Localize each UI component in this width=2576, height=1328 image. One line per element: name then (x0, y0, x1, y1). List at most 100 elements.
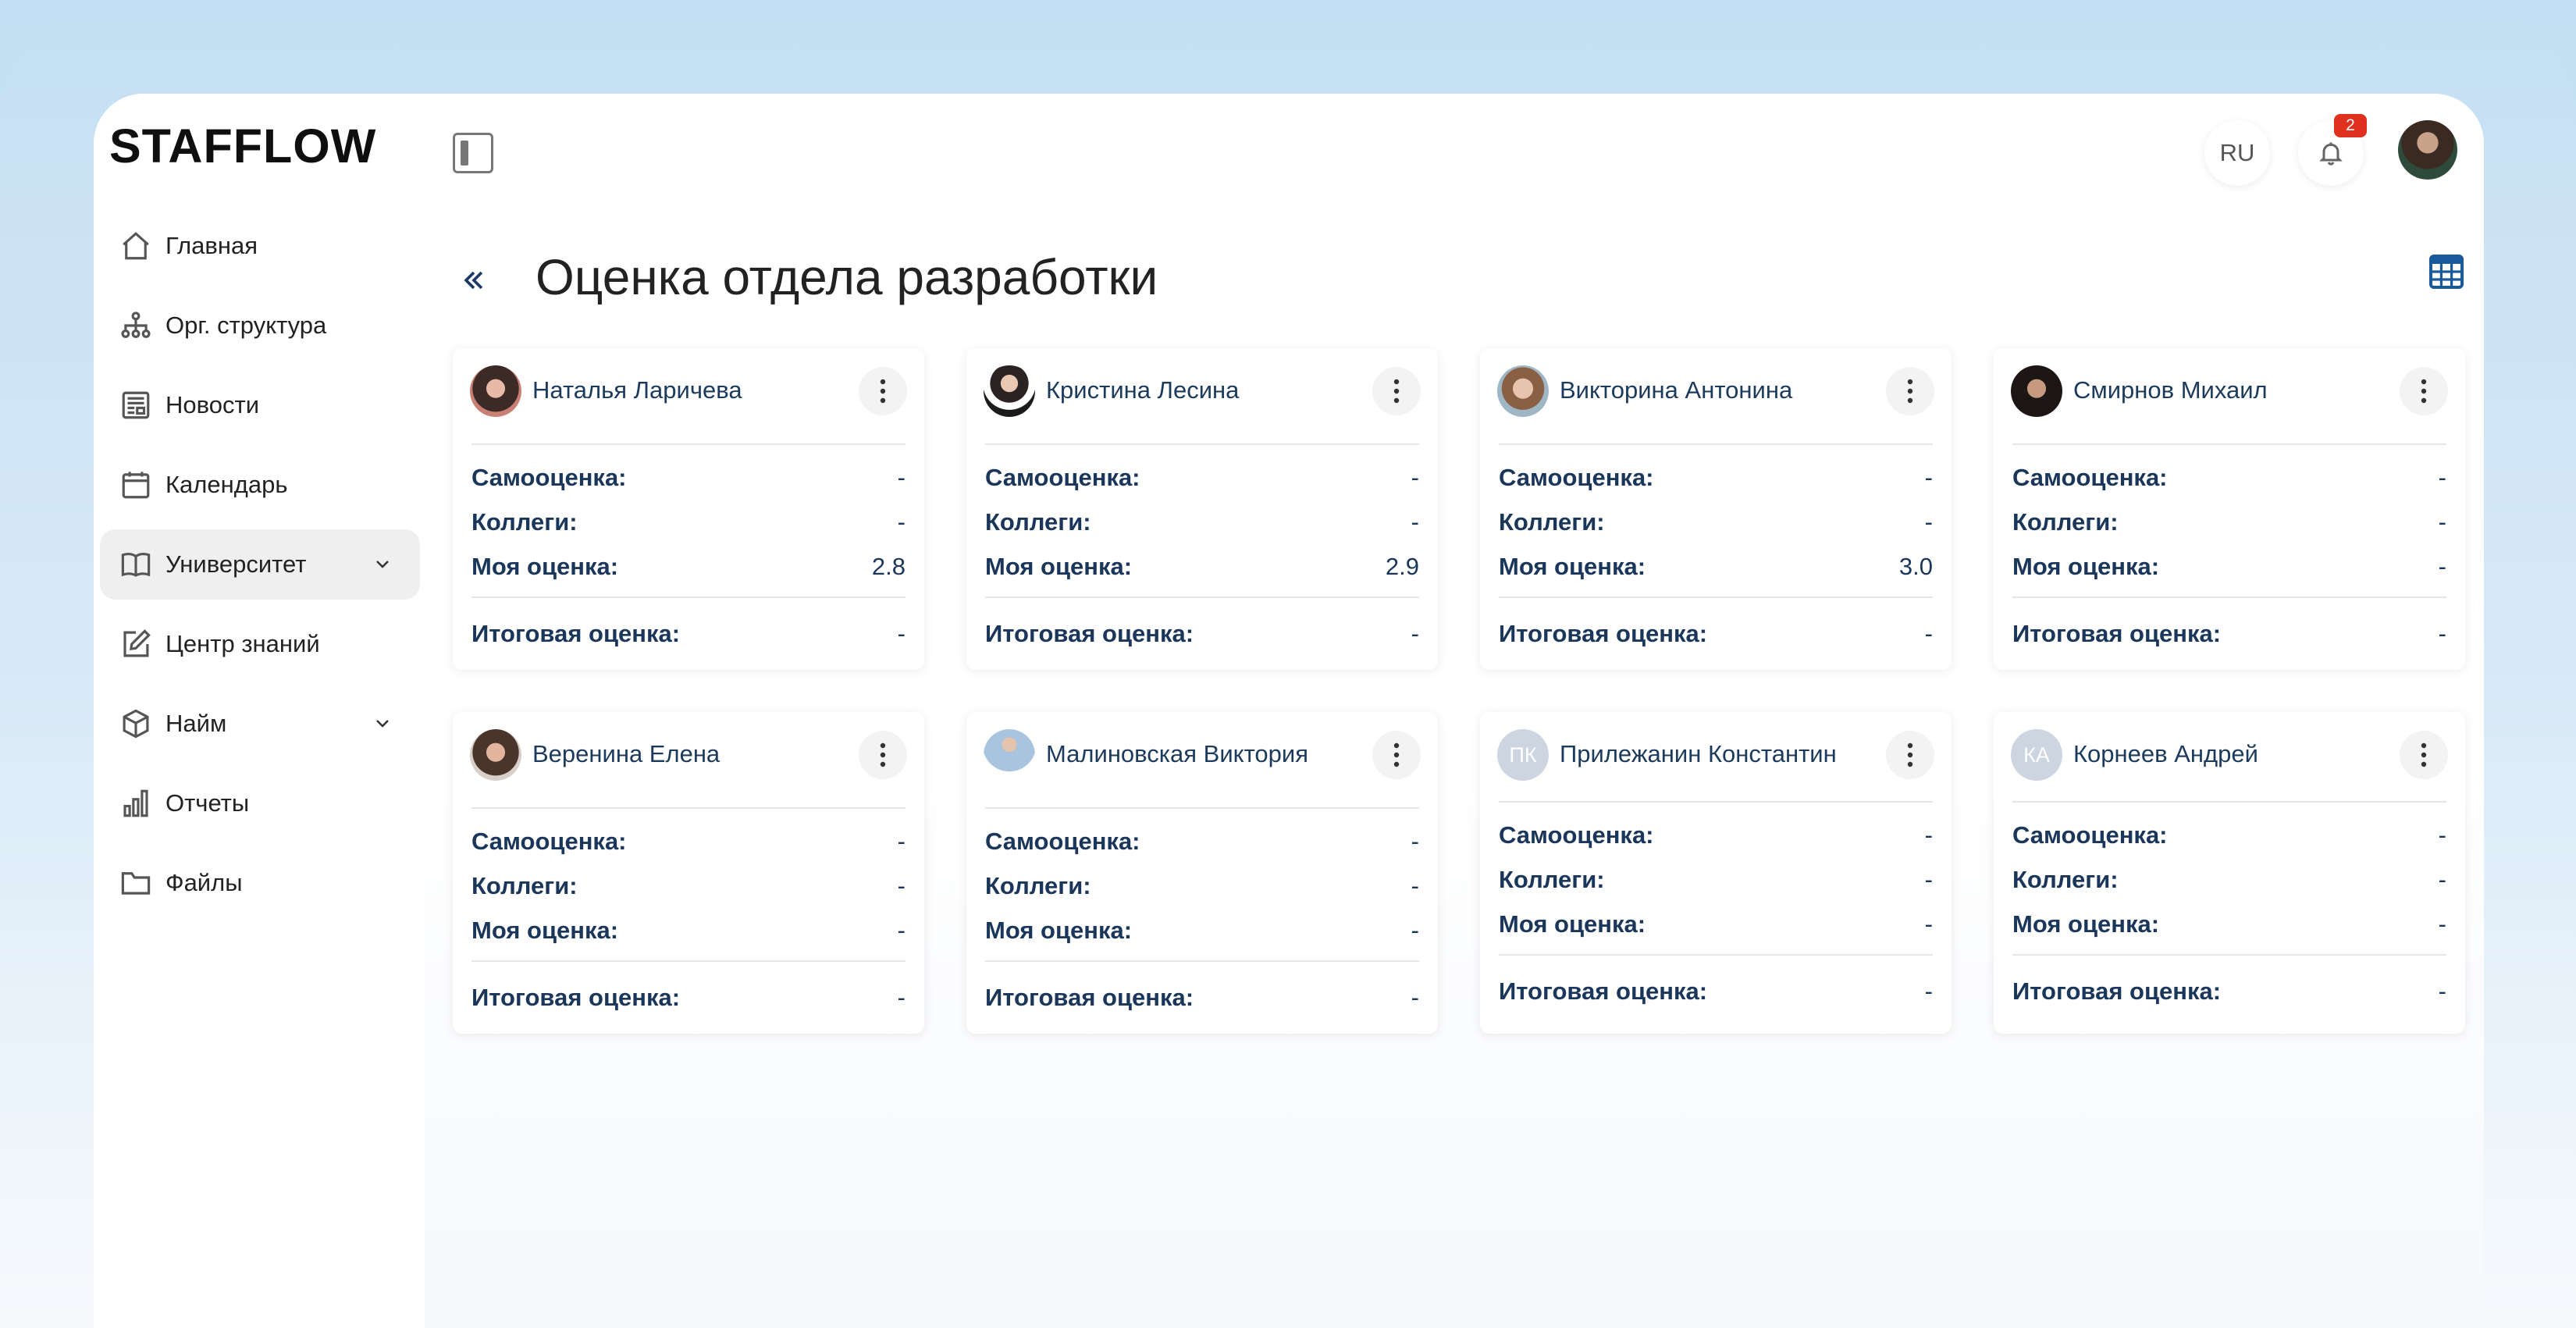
initials-avatar[interactable]: ПК (1497, 729, 1549, 781)
divider (1499, 801, 1933, 803)
divider (471, 596, 906, 598)
home-icon (119, 229, 153, 263)
my-score-value: - (2438, 553, 2446, 580)
divider (985, 960, 1419, 962)
chevron-down-icon[interactable] (373, 714, 392, 733)
employee-avatar[interactable] (1497, 365, 1549, 417)
sidebar-item-reports[interactable]: Отчеты (100, 768, 420, 838)
colleagues-label: Коллеги: (471, 508, 578, 536)
more-vertical-icon (2421, 379, 2427, 404)
divider (471, 807, 906, 809)
employee-avatar[interactable] (470, 365, 521, 417)
self-assessment-label: Самооценка: (985, 828, 1140, 855)
card-more-button[interactable] (1886, 367, 1934, 415)
employee-avatar[interactable] (984, 365, 1035, 417)
card-more-button[interactable] (2400, 731, 2448, 779)
final-score-label: Итоговая оценка: (2012, 620, 2222, 647)
card-more-button[interactable] (859, 731, 907, 779)
initials-avatar[interactable]: КА (2011, 729, 2062, 781)
more-vertical-icon (880, 742, 886, 767)
sidebar-item-news[interactable]: Новости (100, 370, 420, 440)
divider (471, 960, 906, 962)
divider (985, 807, 1419, 809)
employee-name[interactable]: Малиновская Виктория (1046, 740, 1308, 768)
employee-avatar[interactable] (470, 729, 521, 781)
language-switcher[interactable]: RU (2204, 120, 2270, 186)
employee-name[interactable]: Веренина Елена (532, 740, 720, 768)
card-more-button[interactable] (1372, 367, 1421, 415)
colleagues-value: - (1924, 508, 1933, 536)
self-assessment-value: - (1411, 464, 1419, 491)
card-more-button[interactable] (2400, 367, 2448, 415)
my-score-label: Моя оценка: (471, 553, 619, 580)
colleagues-label: Коллеги: (1499, 866, 1605, 893)
double-chevron-left-icon (464, 271, 483, 290)
sidebar-item-hiring[interactable]: Найм (100, 689, 420, 759)
employee-avatar[interactable] (2011, 365, 2062, 417)
employee-name[interactable]: Прилежанин Константин (1560, 740, 1837, 768)
card-more-button[interactable] (859, 367, 907, 415)
final-score-value: - (1411, 620, 1419, 647)
my-score-value: 2.8 (871, 553, 906, 580)
self-assessment-label: Самооценка: (1499, 464, 1654, 491)
my-score-value: - (1924, 910, 1933, 938)
more-vertical-icon (1393, 379, 1400, 404)
self-assessment-label: Самооценка: (985, 464, 1140, 491)
my-score-label: Моя оценка: (2012, 910, 2160, 938)
sidebar-item-calendar[interactable]: Календарь (100, 450, 420, 520)
sidebar-nav: Главная Орг. структура Новости Календарь (100, 211, 420, 927)
sidebar-item-label: Новости (165, 391, 260, 418)
final-score-value: - (1411, 984, 1419, 1011)
colleagues-value: - (1411, 508, 1419, 536)
self-assessment-value: - (1924, 464, 1933, 491)
divider (2012, 801, 2446, 803)
employee-name[interactable]: Викторина Антонина (1560, 376, 1792, 404)
employee-card: Малиновская Виктория Самооценка: - Колле… (966, 712, 1438, 1034)
chevron-down-icon[interactable] (373, 555, 392, 574)
employee-card: Кристина Лесина Самооценка: - Коллеги: -… (966, 348, 1438, 670)
sidebar-item-org-structure[interactable]: Орг. структура (100, 290, 420, 361)
employee-avatar[interactable] (984, 729, 1035, 781)
employee-name[interactable]: Кристина Лесина (1046, 376, 1239, 404)
final-score-label: Итоговая оценка: (985, 984, 1194, 1011)
divider (985, 596, 1419, 598)
sidebar-item-label: Календарь (165, 471, 288, 498)
sidebar-item-label: Отчеты (165, 789, 250, 817)
my-score-label: Моя оценка: (471, 917, 619, 944)
table-view-button[interactable] (2428, 253, 2467, 292)
card-more-button[interactable] (1886, 731, 1934, 779)
sidebar-item-label: Орг. структура (165, 312, 327, 339)
sidebar-item-files[interactable]: Файлы (100, 848, 420, 918)
final-score-value: - (1924, 977, 1933, 1005)
my-score-label: Моя оценка: (1499, 910, 1646, 938)
final-score-label: Итоговая оценка: (985, 620, 1194, 647)
self-assessment-label: Самооценка: (2012, 821, 2168, 849)
card-more-button[interactable] (1372, 731, 1421, 779)
final-score-label: Итоговая оценка: (471, 984, 681, 1011)
user-avatar[interactable] (2398, 120, 2457, 180)
my-score-value: - (1411, 917, 1419, 944)
bar-chart-icon (119, 786, 153, 821)
divider (985, 443, 1419, 445)
my-score-label: Моя оценка: (985, 553, 1133, 580)
divider (2012, 954, 2446, 956)
self-assessment-label: Самооценка: (2012, 464, 2168, 491)
employee-card: ПК Прилежанин Константин Самооценка: - К… (1480, 712, 1952, 1034)
folder-icon (119, 866, 153, 900)
back-button[interactable] (454, 261, 493, 300)
employee-name[interactable]: Наталья Ларичева (532, 376, 742, 404)
sidebar-item-home[interactable]: Главная (100, 211, 420, 281)
employee-name[interactable]: Корнеев Андрей (2073, 740, 2258, 768)
colleagues-value: - (1924, 866, 1933, 893)
colleagues-label: Коллеги: (985, 872, 1091, 899)
employee-name[interactable]: Смирнов Михаил (2073, 376, 2268, 404)
my-score-label: Моя оценка: (2012, 553, 2160, 580)
sidebar-toggle-button[interactable] (453, 133, 493, 173)
colleagues-label: Коллеги: (2012, 866, 2119, 893)
employee-card: Веренина Елена Самооценка: - Коллеги: - … (453, 712, 924, 1034)
sidebar-item-university[interactable]: Университет (100, 529, 420, 600)
calendar-icon (119, 468, 153, 502)
sidebar-item-knowledge-center[interactable]: Центр знаний (100, 609, 420, 679)
sidebar: STAFFLOW Главная Орг. структура Новости (94, 94, 425, 1328)
book-icon (119, 547, 153, 582)
